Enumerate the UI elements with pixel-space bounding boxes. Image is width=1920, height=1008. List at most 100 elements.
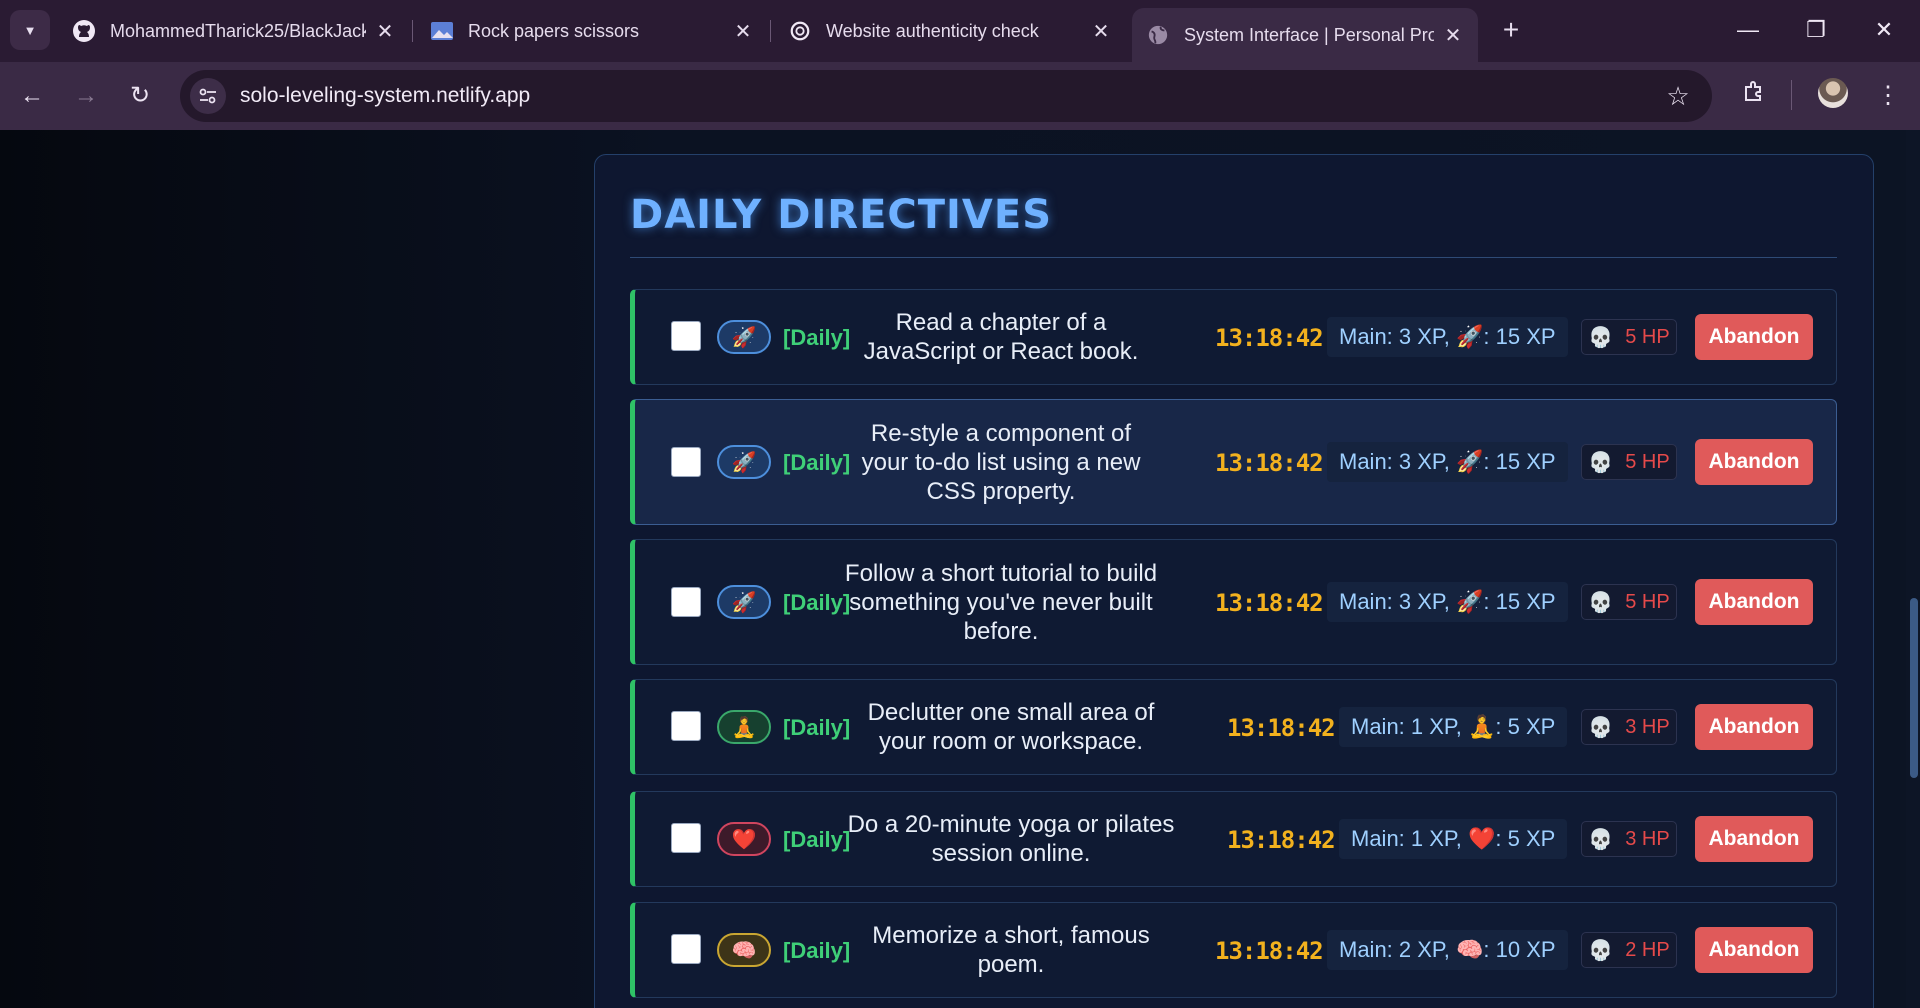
task-hp-penalty: 💀 5 HP xyxy=(1581,444,1677,480)
task-checkbox[interactable] xyxy=(671,934,701,964)
site-info-icon[interactable] xyxy=(190,78,226,114)
tab-title: Website authenticity check xyxy=(826,20,1039,41)
task-timer: 13:18:42 xyxy=(1227,714,1336,742)
task-hp-penalty: 💀 5 HP xyxy=(1581,584,1677,620)
task-description: Memorize a short, famous poem. xyxy=(872,922,1150,978)
hp-value: 3 HP xyxy=(1625,715,1670,738)
task-xp-reward: Main: 3 XP, 🚀: 15 XP xyxy=(1327,442,1568,482)
url-text: solo-leveling-system.netlify.app xyxy=(240,84,531,107)
category-badge: 🧘 xyxy=(717,710,771,744)
task-timer: 13:18:42 xyxy=(1215,937,1324,965)
task-description: Read a chapter of a JavaScript or React … xyxy=(863,309,1139,365)
openai-icon xyxy=(788,19,812,43)
skull-icon: 💀 xyxy=(1588,716,1614,739)
task-frequency: [Daily] xyxy=(783,938,851,963)
task-xp-reward: Main: 2 XP, 🧠: 10 XP xyxy=(1327,930,1568,970)
tab-github[interactable]: MohammedTharick25/BlackJack ✕ xyxy=(58,8,410,54)
minimize-button[interactable]: — xyxy=(1728,12,1768,48)
task-row: 🧘 [Daily] Declutter one small area of yo… xyxy=(630,679,1837,775)
tab-separator xyxy=(412,20,413,42)
image-icon xyxy=(430,19,454,43)
extensions-icon[interactable] xyxy=(1736,78,1772,114)
abandon-button[interactable]: Abandon xyxy=(1695,704,1813,750)
heart-icon: ❤️ xyxy=(731,828,757,851)
tab-search-button[interactable]: ▼ xyxy=(10,10,50,50)
hp-value: 5 HP xyxy=(1625,325,1670,348)
address-bar[interactable]: solo-leveling-system.netlify.app ☆ xyxy=(180,70,1712,122)
scrollbar-thumb[interactable] xyxy=(1910,598,1918,778)
hp-value: 5 HP xyxy=(1625,590,1670,613)
task-description: Re-style a component of your to-do list … xyxy=(861,420,1141,505)
category-badge: 🚀 xyxy=(717,585,771,619)
skull-icon: 💀 xyxy=(1588,591,1614,614)
task-row: 🚀 [Daily] Follow a short tutorial to bui… xyxy=(630,539,1837,665)
task-frequency: [Daily] xyxy=(783,715,851,740)
category-badge: ❤️ xyxy=(717,822,771,856)
abandon-button[interactable]: Abandon xyxy=(1695,314,1813,360)
task-timer: 13:18:42 xyxy=(1215,324,1324,352)
task-hp-penalty: 💀 3 HP xyxy=(1581,709,1677,745)
skull-icon: 💀 xyxy=(1588,326,1614,349)
close-window-button[interactable]: ✕ xyxy=(1864,12,1904,48)
tab-separator xyxy=(770,20,771,42)
task-description: Do a 20-minute yoga or pilates session o… xyxy=(847,811,1175,867)
abandon-button[interactable]: Abandon xyxy=(1695,579,1813,625)
task-hp-penalty: 💀 3 HP xyxy=(1581,821,1677,857)
back-button[interactable]: ← xyxy=(14,78,50,114)
close-icon[interactable]: ✕ xyxy=(732,19,754,44)
meditation-icon: 🧘 xyxy=(731,716,757,739)
category-badge: 🚀 xyxy=(717,445,771,479)
tab-strip: ▼ MohammedTharick25/BlackJack ✕ Rock pap… xyxy=(0,0,1920,62)
github-icon xyxy=(72,19,96,43)
close-icon[interactable]: ✕ xyxy=(1090,19,1112,44)
task-description: Declutter one small area of your room or… xyxy=(867,699,1155,755)
page-scrollbar[interactable] xyxy=(1906,130,1920,1008)
toolbar-divider xyxy=(1791,80,1792,110)
hp-value: 5 HP xyxy=(1625,450,1670,473)
hp-value: 2 HP xyxy=(1625,938,1670,961)
task-hp-penalty: 💀 2 HP xyxy=(1581,932,1677,968)
reload-button[interactable]: ↻ xyxy=(122,78,158,114)
rocket-icon: 🚀 xyxy=(731,591,757,614)
abandon-button[interactable]: Abandon xyxy=(1695,439,1813,485)
task-description: Follow a short tutorial to build somethi… xyxy=(844,560,1158,645)
task-checkbox[interactable] xyxy=(671,321,701,351)
section-title: DAILY DIRECTIVES xyxy=(630,192,1053,238)
new-tab-button[interactable]: + xyxy=(1494,14,1528,48)
bookmark-star-icon[interactable]: ☆ xyxy=(1662,80,1694,112)
task-frequency: [Daily] xyxy=(783,450,851,475)
task-xp-reward: Main: 1 XP, ❤️: 5 XP xyxy=(1339,819,1568,859)
task-checkbox[interactable] xyxy=(671,587,701,617)
task-row: ❤️ [Daily] Do a 20-minute yoga or pilate… xyxy=(630,791,1837,887)
forward-button[interactable]: → xyxy=(68,78,104,114)
abandon-button[interactable]: Abandon xyxy=(1695,927,1813,973)
task-hp-penalty: 💀 5 HP xyxy=(1581,319,1677,355)
skull-icon: 💀 xyxy=(1588,828,1614,851)
task-checkbox[interactable] xyxy=(671,823,701,853)
rocket-icon: 🚀 xyxy=(731,451,757,474)
brain-icon: 🧠 xyxy=(731,939,757,962)
task-checkbox[interactable] xyxy=(671,711,701,741)
rocket-icon: 🚀 xyxy=(731,326,757,349)
task-timer: 13:18:42 xyxy=(1215,589,1324,617)
task-checkbox[interactable] xyxy=(671,447,701,477)
restore-button[interactable]: ❐ xyxy=(1796,12,1836,48)
task-row: 🧠 [Daily] Memorize a short, famous poem.… xyxy=(630,902,1837,998)
close-icon[interactable]: ✕ xyxy=(1442,23,1464,48)
tab-website-authenticity[interactable]: Website authenticity check ✕ xyxy=(774,8,1126,54)
task-xp-reward: Main: 3 XP, 🚀: 15 XP xyxy=(1327,317,1568,357)
tab-system-interface[interactable]: System Interface | Personal Prog ✕ xyxy=(1132,8,1478,62)
tab-rock-papers[interactable]: Rock papers scissors ✕ xyxy=(416,8,768,54)
more-menu-icon[interactable]: ⋮ xyxy=(1870,78,1906,114)
globe-icon xyxy=(1146,23,1170,47)
tab-title: MohammedTharick25/BlackJack xyxy=(110,20,366,41)
abandon-button[interactable]: Abandon xyxy=(1695,816,1813,862)
profile-avatar[interactable] xyxy=(1818,78,1848,108)
section-divider xyxy=(630,257,1837,258)
task-xp-reward: Main: 3 XP, 🚀: 15 XP xyxy=(1327,582,1568,622)
category-badge: 🚀 xyxy=(717,320,771,354)
category-badge: 🧠 xyxy=(717,933,771,967)
task-timer: 13:18:42 xyxy=(1215,449,1324,477)
tab-title: System Interface | Personal Prog xyxy=(1184,24,1434,45)
close-icon[interactable]: ✕ xyxy=(374,19,396,44)
